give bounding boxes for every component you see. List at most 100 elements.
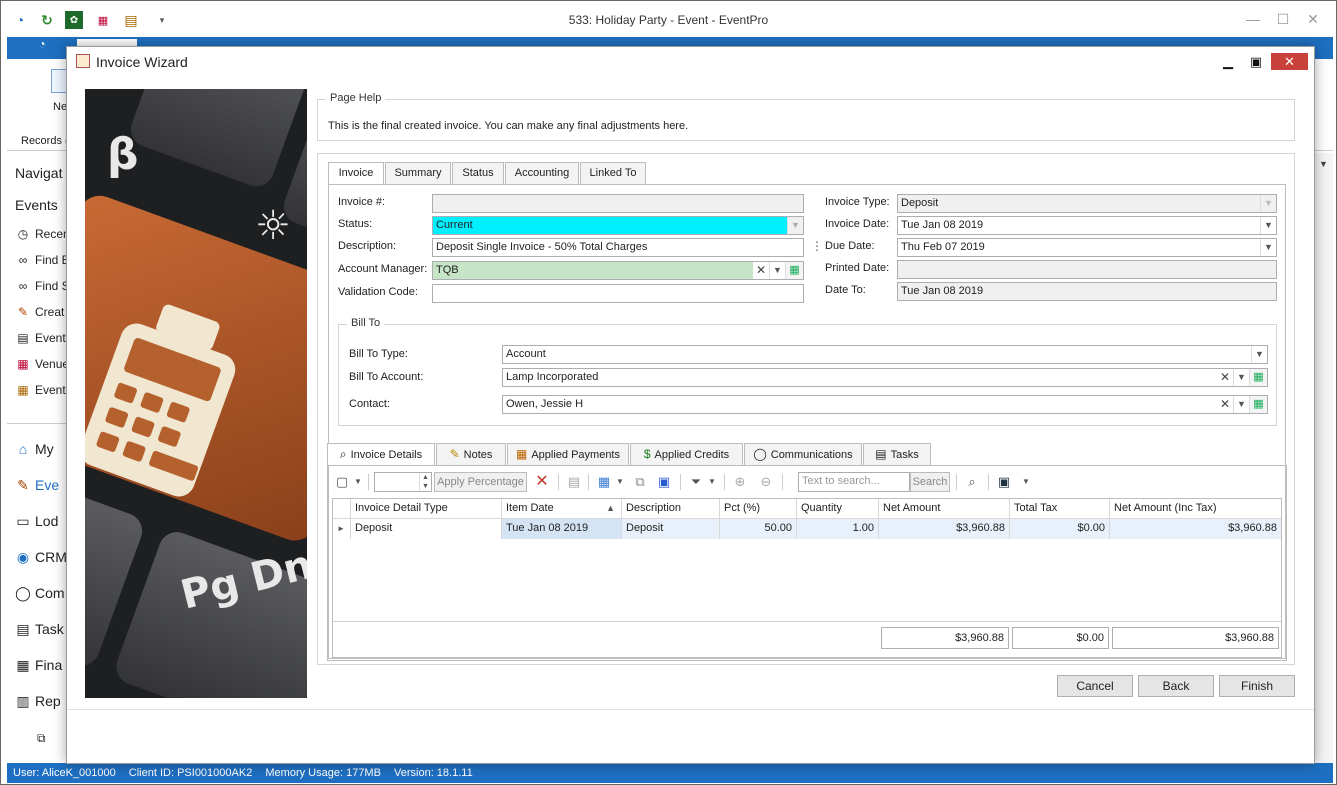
lookup-grid-icon[interactable]: ▦ — [1249, 396, 1267, 413]
lookup-grid-icon[interactable]: ▦ — [1249, 369, 1267, 386]
cell-quantity[interactable]: 1.00 — [797, 519, 879, 539]
app-maximize-icon[interactable]: ☐ — [1271, 9, 1295, 29]
nav-item-create[interactable]: ✎ Creat — [15, 305, 64, 319]
nav-item-event-2[interactable]: ▦ Event — [15, 383, 65, 397]
new-button-label[interactable]: Ne — [53, 101, 67, 113]
tab-invoice[interactable]: Invoice — [328, 162, 384, 185]
chevron-down-icon[interactable]: ▼ — [1251, 346, 1267, 363]
chevron-down-icon[interactable]: ▼ — [1319, 159, 1328, 169]
nav-item-find-s[interactable]: ∞ Find S — [15, 279, 70, 293]
finish-button[interactable]: Finish — [1219, 675, 1295, 697]
bill-to-type-select[interactable]: Account ▼ — [502, 345, 1268, 364]
date-to-field[interactable]: Tue Jan 08 2019 — [897, 282, 1277, 301]
configure-icon[interactable]: ⧉ — [37, 731, 46, 746]
chevron-down-icon[interactable]: ▼ — [1260, 195, 1276, 212]
col-net-amount[interactable]: Net Amount — [879, 499, 1010, 519]
col-invoice-detail-type[interactable]: Invoice Detail Type — [351, 499, 502, 519]
nav-item-find-event[interactable]: ∞ Find E — [15, 253, 70, 267]
invoice-number-field[interactable] — [432, 194, 804, 213]
find-icon[interactable]: ⌕ — [962, 472, 982, 492]
bill-to-account-select[interactable]: Lamp Incorporated ✕ ▼ ▦ — [502, 368, 1268, 387]
chevron-down-icon[interactable]: ▼ — [1260, 239, 1276, 256]
percentage-spinner[interactable]: ▲ ▼ — [374, 472, 432, 492]
tab-applied-credits[interactable]: $ Applied Credits — [630, 443, 743, 465]
module-crm[interactable]: ◉ CRM — [15, 549, 67, 566]
search-button[interactable]: Search — [910, 472, 950, 492]
chevron-down-icon[interactable]: ▼ — [1233, 396, 1249, 413]
tab-status[interactable]: Status — [452, 162, 504, 184]
dialog-close-button[interactable]: ✕ — [1271, 53, 1308, 70]
module-financial[interactable]: ▦ Fina — [15, 657, 62, 674]
tab-invoice-details[interactable]: ⌕ Invoice Details — [327, 443, 435, 466]
new-item-dropdown-icon[interactable]: ▼ — [348, 472, 368, 492]
chevron-down-icon[interactable]: ▼ — [769, 262, 785, 279]
save-layout-dropdown-icon[interactable]: ▼ — [1016, 472, 1036, 492]
app-minimize-icon[interactable]: — — [1241, 9, 1265, 29]
col-quantity[interactable]: Quantity — [797, 499, 879, 519]
tab-summary[interactable]: Summary — [385, 162, 451, 184]
back-button[interactable]: Back — [1138, 675, 1214, 697]
tab-communications[interactable]: ◯ Communications — [744, 443, 862, 465]
col-total-tax[interactable]: Total Tax — [1010, 499, 1110, 519]
splitter-grip-icon[interactable]: ⋮ — [811, 239, 823, 253]
dialog-minimize-icon[interactable]: ▁ — [1217, 53, 1239, 71]
columns-dropdown-icon[interactable]: ▼ — [610, 472, 630, 492]
dialog-maximize-icon[interactable]: ▣ — [1245, 53, 1267, 71]
cancel-button[interactable]: Cancel — [1057, 675, 1133, 697]
nav-item-recent[interactable]: ◷ Recen — [15, 227, 70, 241]
filter-dropdown-icon[interactable]: ▼ — [702, 472, 722, 492]
clear-x-icon[interactable]: ✕ — [753, 262, 769, 279]
tab-notes[interactable]: ✎ Notes — [436, 443, 506, 465]
due-date-picker[interactable]: Thu Feb 07 2019 ▼ — [897, 238, 1277, 257]
chevron-down-icon[interactable]: ▼ — [787, 217, 803, 234]
invoice-date-picker[interactable]: Tue Jan 08 2019 ▼ — [897, 216, 1277, 235]
validation-code-field[interactable] — [432, 284, 804, 303]
col-item-date[interactable]: Item Date ▲ — [502, 499, 622, 519]
move-down-icon[interactable]: ⊖ — [756, 472, 776, 492]
tab-tasks[interactable]: ▤ Tasks — [863, 443, 931, 465]
col-pct[interactable]: Pct (%) — [720, 499, 797, 519]
print-preview-icon[interactable]: ▤ — [564, 472, 584, 492]
module-lodging[interactable]: ▭ Lod — [15, 513, 58, 530]
tab-accounting[interactable]: Accounting — [505, 162, 579, 184]
move-up-icon[interactable]: ⊕ — [730, 472, 750, 492]
col-net-amount-inc-tax[interactable]: Net Amount (Inc Tax) — [1110, 499, 1281, 519]
module-events[interactable]: ✎ Eve — [15, 477, 59, 494]
cell-net-amount-inc-tax[interactable]: $3,960.88 — [1110, 519, 1281, 539]
col-description[interactable]: Description — [622, 499, 720, 519]
cell-item-date[interactable]: Tue Jan 08 2019 — [502, 519, 622, 539]
apply-percentage-button[interactable]: Apply Percentage — [434, 472, 527, 492]
copy-icon[interactable]: ⧉ — [630, 472, 650, 492]
tab-applied-payments[interactable]: ▦ Applied Payments — [507, 443, 629, 465]
tab-linked-to[interactable]: Linked To — [580, 162, 646, 184]
search-input[interactable]: Text to search... — [798, 472, 910, 492]
export-icon[interactable]: ▣ — [654, 472, 674, 492]
lookup-grid-icon[interactable]: ▦ — [785, 262, 803, 279]
contact-select[interactable]: Owen, Jessie H ✕ ▼ ▦ — [502, 395, 1268, 414]
cell-net-amount[interactable]: $3,960.88 — [879, 519, 1010, 539]
table-row[interactable]: ► Deposit Tue Jan 08 2019 Deposit 50.00 … — [333, 519, 1281, 539]
module-communications[interactable]: ◯ Com — [15, 585, 64, 602]
nav-item-venue[interactable]: ▦ Venue — [15, 357, 69, 371]
module-reports[interactable]: ▥ Rep — [15, 693, 60, 710]
description-field[interactable]: Deposit Single Invoice - 50% Total Charg… — [432, 238, 804, 257]
cell-pct[interactable]: 50.00 — [720, 519, 797, 539]
app-close-icon[interactable]: ✕ — [1301, 9, 1325, 29]
spinner-arrows-icon[interactable]: ▲ ▼ — [419, 473, 431, 491]
invoice-type-select[interactable]: Deposit ▼ — [897, 194, 1277, 213]
clear-x-icon[interactable]: ✕ — [1217, 369, 1233, 386]
cell-total-tax[interactable]: $0.00 — [1010, 519, 1110, 539]
chevron-down-icon[interactable]: ▼ — [1260, 217, 1276, 234]
chevron-down-icon[interactable]: ▼ — [1233, 369, 1249, 386]
printed-date-field[interactable] — [897, 260, 1277, 279]
module-tasks[interactable]: ▤ Task — [15, 621, 63, 638]
delete-x-icon[interactable]: ✕ — [532, 472, 552, 492]
account-manager-select[interactable]: TQB ✕ ▼ ▦ — [432, 261, 804, 280]
cell-description[interactable]: Deposit — [622, 519, 720, 539]
clear-x-icon[interactable]: ✕ — [1217, 396, 1233, 413]
module-my[interactable]: ⌂ My — [15, 441, 54, 457]
status-select[interactable]: Current ▼ — [432, 216, 804, 235]
cell-invoice-detail-type[interactable]: Deposit — [351, 519, 502, 539]
nav-item-event[interactable]: ▤ Event — [15, 331, 65, 345]
save-layout-icon[interactable]: ▣ — [994, 472, 1014, 492]
